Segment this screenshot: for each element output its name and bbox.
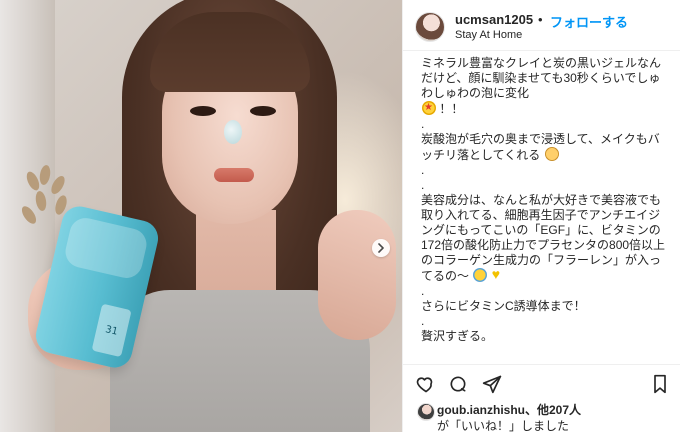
model-right-eye: [250, 106, 276, 116]
post-photo[interactable]: 31: [0, 0, 402, 432]
clay-on-nose: [224, 120, 242, 144]
right-hand: [318, 210, 396, 340]
header-separator: •: [538, 12, 543, 27]
star-struck-emoji-icon: [422, 100, 436, 115]
model-left-eye: [190, 106, 216, 116]
heart-outline-icon: [416, 377, 433, 393]
caption-separator: .: [421, 163, 425, 177]
caption-paragraph: 美容成分は、なんと私が大好きで美容液でも取り入れてる、細胞再生因子でアンチエイジ…: [421, 193, 669, 284]
likes-summary: goub.ianzhishu、他207人 が「いいね！」しました: [403, 398, 680, 433]
liker-username[interactable]: goub.ianzhishu: [437, 403, 525, 417]
likes-count[interactable]: 、他207人: [525, 403, 581, 417]
post-actions: [403, 364, 680, 399]
caption-separator: .: [421, 314, 425, 328]
follow-button[interactable]: フォローする: [550, 12, 628, 31]
caption-paragraph: 贅沢すぎる。: [421, 329, 494, 343]
bottle-cap: [62, 214, 150, 282]
bookmark-outline-icon: [654, 374, 666, 394]
caption-paragraph: さらにビタミンC誘導体まで！: [421, 299, 586, 313]
username[interactable]: ucmsan1205: [455, 12, 533, 27]
likes-line-2: が「いいね！」しました: [437, 419, 570, 433]
caption-paragraph: ミネラル豊富なクレイと炭の黒いジェルなんだけど、顔に馴染ませても30秒くらいでし…: [421, 56, 662, 100]
comment-bubble-icon: [450, 376, 466, 392]
save-button[interactable]: [649, 373, 671, 395]
paper-plane-icon: [482, 375, 502, 394]
avatar[interactable]: [415, 12, 445, 42]
like-button[interactable]: [415, 373, 437, 395]
share-button[interactable]: [481, 373, 503, 395]
comment-button[interactable]: [447, 373, 469, 395]
post-sidebar: ucmsan1205 • フォローする Stay At Home ミネラル豊富な…: [402, 0, 680, 433]
yellow-heart-emoji-icon: [492, 267, 506, 282]
screaming-face-emoji-icon: [473, 268, 488, 282]
caption-paragraph: 炭酸泡が毛穴の奥まで浸透して、メイクもバッチリ落としてくれる: [421, 132, 660, 162]
caption-separator: .: [421, 117, 425, 131]
liker-avatar[interactable]: [417, 403, 435, 421]
location-link[interactable]: Stay At Home: [455, 29, 522, 41]
carousel-next-button[interactable]: [372, 239, 390, 257]
likes-line-1: goub.ianzhishu、他207人: [437, 401, 581, 418]
chevron-right-icon: [378, 243, 384, 253]
post-header: ucmsan1205 • フォローする Stay At Home: [403, 0, 680, 51]
caption-separator: .: [421, 284, 425, 298]
model-lips: [214, 168, 254, 182]
post-caption: ミネラル豊富なクレイと炭の黒いジェルなんだけど、顔に馴染ませても30秒くらいでし…: [421, 56, 669, 364]
bottle-label: 31: [91, 303, 132, 358]
ok-hand-emoji-icon: [544, 147, 559, 161]
caption-paragraph: ！！: [421, 100, 669, 117]
caption-separator: .: [421, 178, 425, 192]
